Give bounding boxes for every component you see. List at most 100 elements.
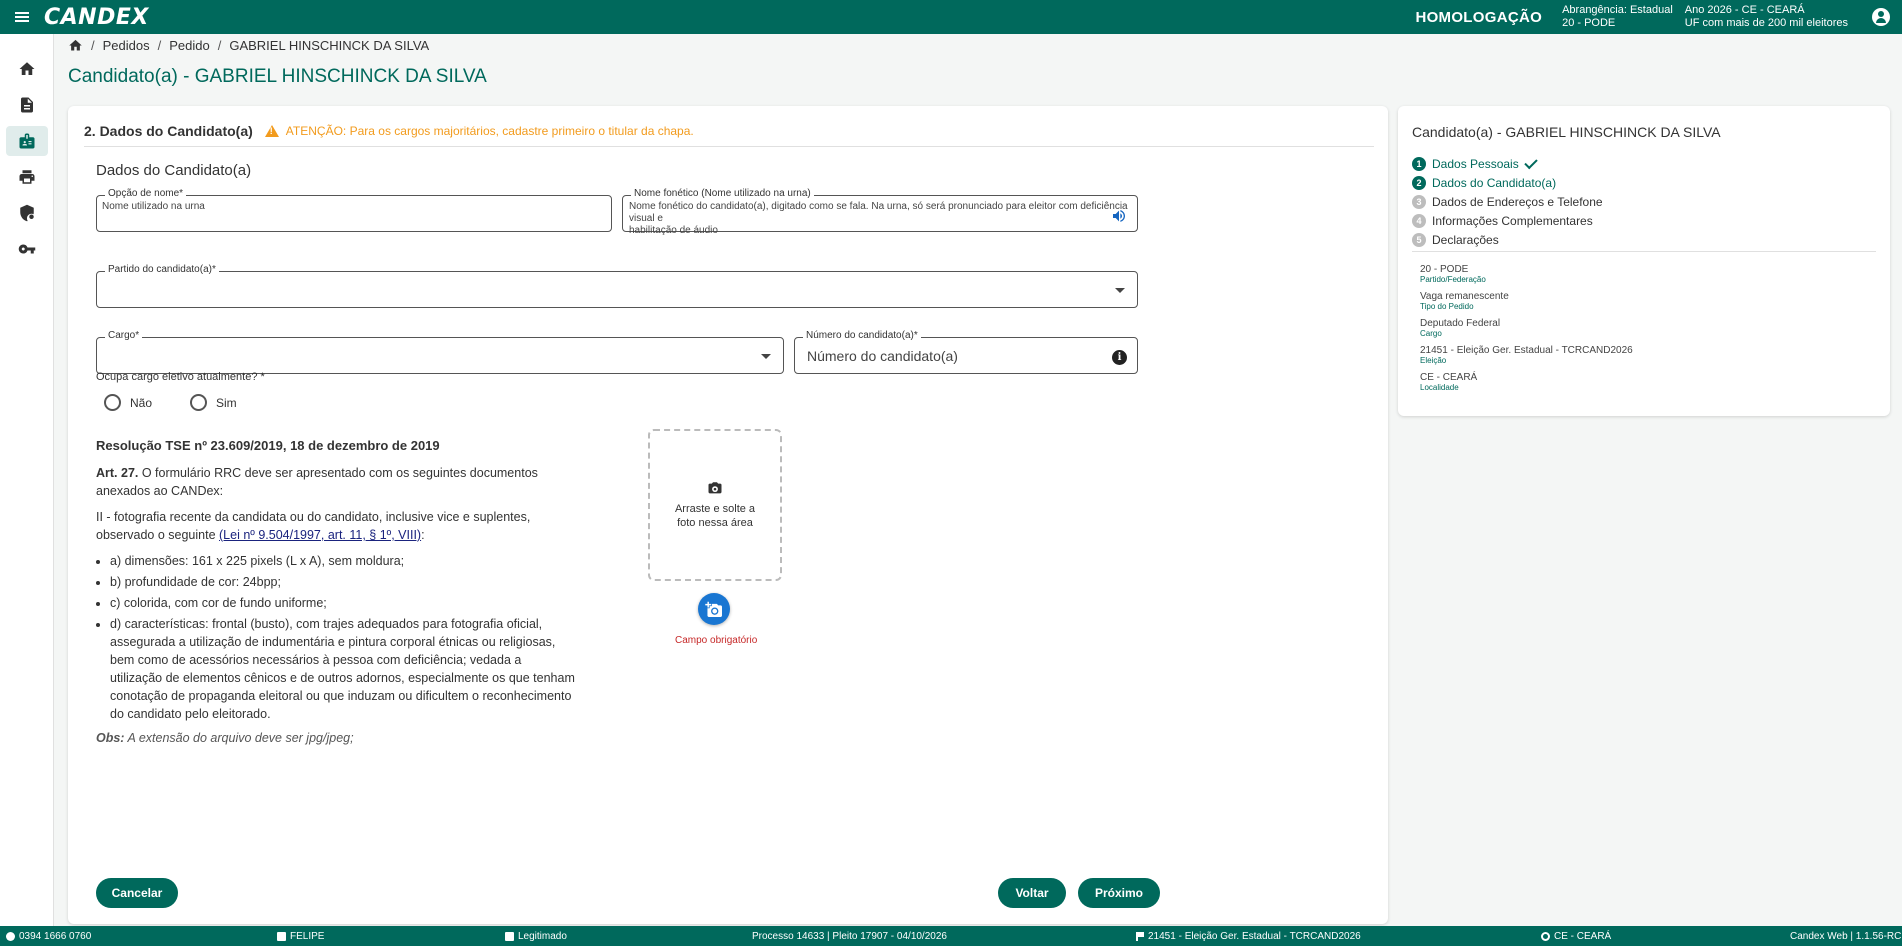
step-informacoes[interactable]: 4 Informações Complementares xyxy=(1412,211,1876,230)
user-card-icon xyxy=(277,931,286,941)
opcao-nome-label: Opção de nome* xyxy=(105,188,187,199)
status-bar: 0394 1666 0760 FELIPE Legitimado Process… xyxy=(0,926,1902,946)
check-icon xyxy=(1524,155,1538,169)
page-title: Candidato(a) - GABRIEL HINSCHINCK DA SIL… xyxy=(68,66,487,87)
add-photo-button[interactable] xyxy=(698,593,730,625)
nome-fonetico-hint-line1: Nome fonético do candidato(a), digitado … xyxy=(629,201,1128,224)
divider xyxy=(1412,251,1876,252)
nome-fonetico-hint-line2: habilitação de áudio xyxy=(629,225,718,236)
breadcrumb-separator: / xyxy=(157,38,162,53)
step-enderecos[interactable]: 3 Dados de Endereços e Telefone xyxy=(1412,192,1876,211)
obs-text: A extensão do arquivo deve ser jpg/jpeg; xyxy=(124,731,354,745)
step-number: 1 xyxy=(1412,156,1426,171)
progress-summary-card: Candidato(a) - GABRIEL HINSCHINCK DA SIL… xyxy=(1398,106,1890,416)
sidebar-item-print[interactable] xyxy=(6,162,48,192)
radio-nao[interactable] xyxy=(104,394,121,411)
next-button[interactable]: Próximo xyxy=(1078,878,1160,908)
status-uf: CE - CEARÁ xyxy=(1541,926,1611,946)
step-number: 5 xyxy=(1412,232,1426,247)
meta-label: Tipo do Pedido xyxy=(1420,302,1474,311)
step-label: Dados de Endereços e Telefone xyxy=(1432,194,1603,209)
numero-label: Número do candidato(a)* xyxy=(803,330,921,341)
meta-value: 21451 - Eleição Ger. Estadual - TCRCAND2… xyxy=(1420,345,1633,356)
shield-lock-icon xyxy=(20,204,34,222)
chevron-down-icon xyxy=(761,353,771,359)
breadcrumb-separator: / xyxy=(91,38,95,53)
request-metadata: 20 - PODE Partido/Federação Vaga remanes… xyxy=(1420,264,1633,399)
art-text: O formulário RRC deve ser apresentado co… xyxy=(96,466,538,498)
law-link[interactable]: (Lei nº 9.504/1997, art. 11, § 1º, VIII) xyxy=(219,528,421,542)
meta-tipo-pedido: Vaga remanescente Tipo do Pedido xyxy=(1420,291,1633,311)
step-dados-candidato[interactable]: 2 Dados do Candidato(a) xyxy=(1412,173,1876,192)
radio-sim[interactable] xyxy=(190,394,208,411)
document-icon xyxy=(21,97,33,113)
status-user: FELIPE xyxy=(277,926,324,946)
environment-label: HOMOLOGAÇÃO xyxy=(1415,8,1543,26)
requirements-list: a) dimensões: 161 x 225 pixels (L x A), … xyxy=(96,552,576,723)
numero-input[interactable] xyxy=(795,338,1137,373)
processo-text: Processo 14633 | Pleito 17907 - 04/10/20… xyxy=(752,930,947,942)
cargo-select[interactable]: Cargo* xyxy=(96,330,784,374)
step-dados-pessoais[interactable]: 1 Dados Pessoais xyxy=(1412,154,1876,173)
breadcrumb-pedido[interactable]: Pedido xyxy=(169,38,209,53)
resolution-art: Art. 27. O formulário RRC deve ser apres… xyxy=(96,464,576,500)
home-icon[interactable] xyxy=(68,38,83,53)
meta-label: Eleição xyxy=(1420,356,1447,365)
menu-button[interactable] xyxy=(0,0,44,34)
partido-select[interactable]: Partido do candidato(a)* xyxy=(96,264,1138,308)
sidebar-item-documents[interactable] xyxy=(6,90,48,120)
radio-nao-label[interactable]: Não xyxy=(130,396,152,410)
cancel-button[interactable]: Cancelar xyxy=(96,878,178,908)
user-text: FELIPE xyxy=(290,930,325,942)
meta-cargo: Deputado Federal Cargo xyxy=(1420,318,1633,338)
camera-icon xyxy=(707,481,723,494)
list-item: a) dimensões: 161 x 225 pixels (L x A), … xyxy=(110,552,576,570)
app-logo[interactable]: CANDEX xyxy=(44,5,149,30)
sidebar-item-keys[interactable] xyxy=(6,234,48,264)
breadcrumb-current: GABRIEL HINSCHINCK DA SILVA xyxy=(229,38,430,53)
breadcrumb-pedidos[interactable]: Pedidos xyxy=(103,38,150,53)
home-icon xyxy=(19,62,35,75)
meta-partido: 20 - PODE Partido/Federação xyxy=(1420,264,1633,284)
step-declaracoes[interactable]: 5 Declarações xyxy=(1412,230,1876,249)
key-icon xyxy=(18,244,36,254)
scope-info[interactable]: Abrangência: Estadual 20 - PODE xyxy=(1562,4,1673,30)
step-list: 1 Dados Pessoais 2 Dados do Candidato(a)… xyxy=(1412,154,1876,252)
scope-line2: 20 - PODE xyxy=(1562,17,1616,29)
resolution-item-intro: II - fotografia recente da candidata ou … xyxy=(96,508,576,544)
breadcrumb: / Pedidos / Pedido / GABRIEL HINSCHINCK … xyxy=(68,38,429,53)
meta-value: Deputado Federal xyxy=(1420,318,1501,329)
sidebar xyxy=(0,34,54,926)
radio-sim-label[interactable]: Sim xyxy=(216,396,237,410)
dropzone-text-line2: foto nessa área xyxy=(677,516,753,529)
meta-value: Vaga remanescente xyxy=(1420,291,1509,302)
obs-label: Obs: xyxy=(96,731,125,745)
chevron-down-icon xyxy=(1115,287,1125,293)
list-item: b) profundidade de cor: 24bpp; xyxy=(110,573,576,591)
meta-value: CE - CEARÁ xyxy=(1420,372,1478,383)
status-version: Candex Web | 1.1.56-RC xyxy=(1790,926,1901,946)
sidebar-item-candidates[interactable] xyxy=(6,126,48,156)
uf-text: CE - CEARÁ xyxy=(1554,930,1612,942)
scope-line1: Abrangência: Estadual xyxy=(1562,4,1673,16)
back-button[interactable]: Voltar xyxy=(998,878,1066,908)
sidebar-item-home[interactable] xyxy=(6,54,48,84)
section-title: 2. Dados do Candidato(a) xyxy=(84,123,253,139)
info-icon[interactable]: i xyxy=(1112,350,1127,365)
status-phone: 0394 1666 0760 xyxy=(6,926,91,946)
globe-icon xyxy=(6,931,15,941)
year-info[interactable]: Ano 2026 - CE - CEARÁ UF com mais de 200… xyxy=(1685,4,1848,30)
partido-label: Partido do candidato(a)* xyxy=(105,264,219,275)
warning-text: ATENÇÃO: Para os cargos majoritários, ca… xyxy=(285,124,694,138)
nome-fonetico-hint: Nome fonético do candidato(a), digitado … xyxy=(629,201,1149,237)
status-processo: Processo 14633 | Pleito 17907 - 04/10/20… xyxy=(752,926,947,946)
ocupa-cargo-radio-group: Não Sim xyxy=(104,394,275,411)
numero-field[interactable]: Número do candidato(a)* i xyxy=(794,330,1138,374)
ocupa-cargo-question: Ocupa cargo eletivo atualmente? * xyxy=(96,371,265,383)
step-label: Dados Pessoais xyxy=(1432,156,1519,171)
resolution-text: Resolução TSE nº 23.609/2019, 18 de deze… xyxy=(96,437,576,747)
sidebar-item-security[interactable] xyxy=(6,198,48,228)
cargo-label: Cargo* xyxy=(105,330,143,341)
photo-dropzone[interactable]: Arraste e solte a foto nessa área xyxy=(648,429,782,581)
account-icon[interactable] xyxy=(1872,8,1890,26)
